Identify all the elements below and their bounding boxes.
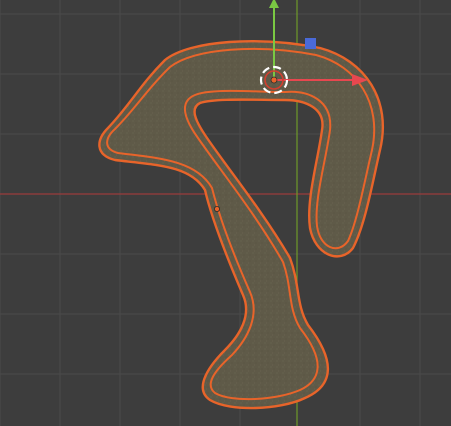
viewport-canvas[interactable] (0, 0, 451, 426)
track-outer-edge (98, 40, 385, 410)
origin-point-icon[interactable] (213, 205, 220, 212)
gizmo-center-point[interactable] (270, 76, 278, 84)
race-track-object[interactable] (98, 40, 385, 410)
z-axis-handle-icon[interactable] (305, 38, 316, 49)
y-axis-arrow-icon[interactable] (269, 0, 279, 8)
3d-viewport[interactable] (0, 0, 451, 426)
